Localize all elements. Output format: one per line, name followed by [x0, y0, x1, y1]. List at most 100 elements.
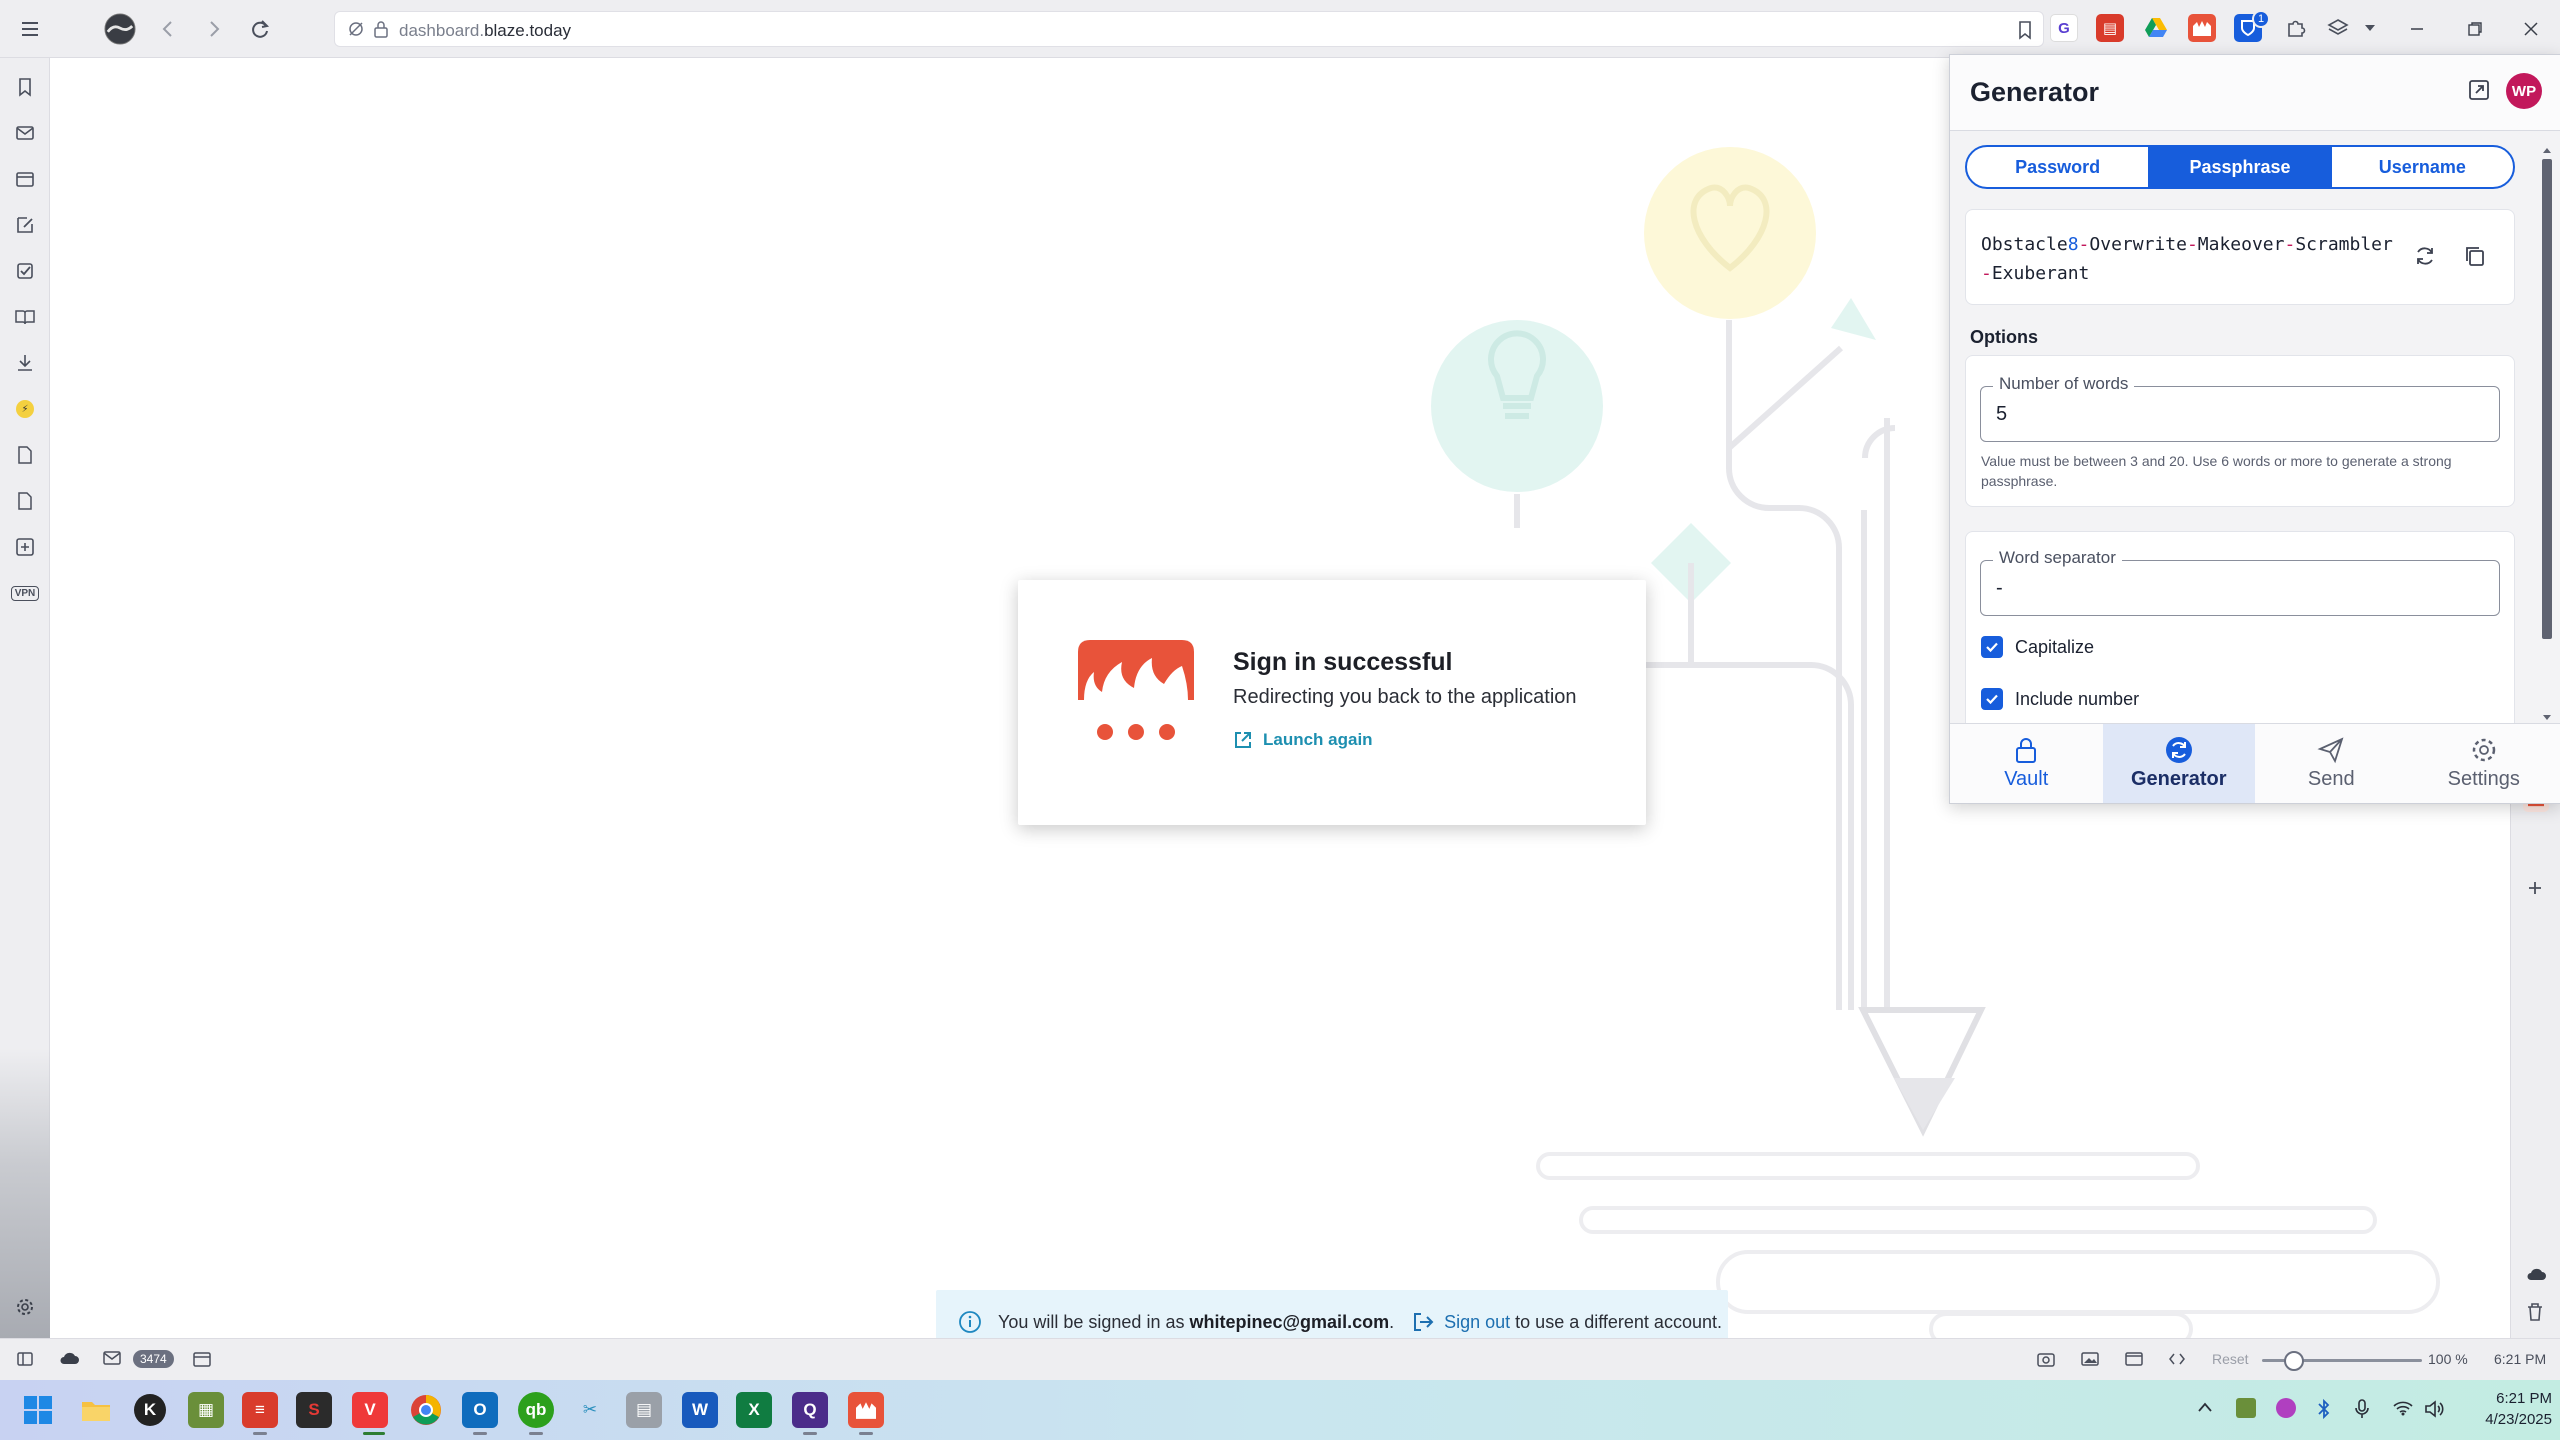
- app-s-icon[interactable]: S: [296, 1392, 332, 1428]
- extension-badge: 1: [2252, 10, 2270, 28]
- web-panel-icon[interactable]: ⚡: [12, 396, 38, 422]
- excel-icon[interactable]: X: [736, 1392, 772, 1428]
- blaze-taskbar-icon[interactable]: [848, 1392, 884, 1428]
- quickbooks-icon[interactable]: qb: [518, 1392, 554, 1428]
- nav-settings[interactable]: Settings: [2408, 724, 2560, 803]
- sign-out-icon[interactable]: [1412, 1311, 1436, 1333]
- sign-out-link[interactable]: Sign out: [1444, 1312, 1510, 1333]
- popout-icon[interactable]: [2468, 79, 2490, 101]
- options-heading: Options: [1970, 327, 2038, 347]
- wifi-icon[interactable]: [2392, 1400, 2414, 1416]
- outlook-icon[interactable]: O: [462, 1392, 498, 1428]
- grammar-extension-icon[interactable]: G: [2050, 14, 2078, 42]
- panel-toggle-icon[interactable]: [16, 1350, 34, 1368]
- notice-period: .: [1389, 1311, 1395, 1332]
- snipping-tool-icon[interactable]: ✂: [572, 1392, 608, 1428]
- app-k-icon[interactable]: K: [134, 1394, 166, 1426]
- microphone-icon[interactable]: [2354, 1398, 2370, 1420]
- capture-icon[interactable]: [2036, 1350, 2056, 1368]
- generator-header: Generator WP: [1950, 55, 2560, 131]
- regenerate-icon[interactable]: [2413, 244, 2437, 268]
- reading-list-icon[interactable]: [12, 304, 38, 330]
- calendar-status-icon[interactable]: [192, 1350, 212, 1368]
- text-extension-icon[interactable]: ▤: [2096, 14, 2124, 42]
- taskbar-clock[interactable]: 6:21 PM 4/23/2025: [2460, 1388, 2552, 1430]
- tasks-icon[interactable]: [12, 258, 38, 284]
- mail-icon[interactable]: [12, 120, 38, 146]
- image-toggle-icon[interactable]: [2080, 1350, 2100, 1368]
- printer-app-icon[interactable]: ▤: [626, 1392, 662, 1428]
- chevron-up-icon[interactable]: [2196, 1400, 2214, 1414]
- tiling-icon[interactable]: [2124, 1350, 2144, 1368]
- file-explorer-icon[interactable]: [78, 1392, 114, 1428]
- close-icon[interactable]: [2516, 14, 2546, 44]
- address-bar[interactable]: dashboard.blaze.today: [334, 11, 2044, 47]
- photos-app-icon[interactable]: ▦: [188, 1392, 224, 1428]
- bluetooth-icon[interactable]: [2316, 1398, 2332, 1420]
- notice-prefix: You will be signed in as: [998, 1311, 1185, 1332]
- todoist-icon[interactable]: ≡: [242, 1392, 278, 1428]
- include-number-checkbox[interactable]: Include number: [1981, 688, 2139, 710]
- copy-icon[interactable]: [2463, 244, 2487, 268]
- tab-username[interactable]: Username: [2332, 147, 2513, 187]
- word-icon[interactable]: W: [682, 1392, 718, 1428]
- trash-icon[interactable]: [2526, 1302, 2544, 1322]
- add-icon[interactable]: [2525, 878, 2545, 898]
- bookmark-icon[interactable]: [2017, 20, 2033, 40]
- chrome-icon[interactable]: [408, 1392, 444, 1428]
- nav-send[interactable]: Send: [2255, 724, 2408, 803]
- word-separator-input[interactable]: Word separator -: [1980, 548, 2500, 616]
- calendar-icon[interactable]: [12, 166, 38, 192]
- launch-again-link[interactable]: Launch again: [1233, 730, 1373, 750]
- chevron-down-icon[interactable]: [2356, 14, 2384, 42]
- reload-icon[interactable]: [244, 13, 276, 45]
- vivaldi-icon[interactable]: V: [352, 1392, 388, 1428]
- restore-icon[interactable]: [2460, 14, 2490, 44]
- generator-title: Generator: [1970, 77, 2100, 107]
- tray-app-icon[interactable]: [2276, 1398, 2296, 1418]
- layers-icon[interactable]: [2324, 14, 2352, 42]
- tab-passphrase[interactable]: Passphrase: [2149, 147, 2332, 187]
- add-panel-icon[interactable]: [12, 534, 38, 560]
- page-actions-icon[interactable]: [2168, 1350, 2186, 1368]
- forward-icon[interactable]: [198, 13, 230, 45]
- document-icon[interactable]: [12, 488, 38, 514]
- puzzle-icon[interactable]: [2282, 14, 2310, 42]
- nav-vault[interactable]: Vault: [1950, 724, 2103, 803]
- downloads-icon[interactable]: [12, 350, 38, 376]
- bookmarks-icon[interactable]: [12, 74, 38, 100]
- vpn-icon[interactable]: VPN: [8, 580, 42, 606]
- drive-extension-icon[interactable]: [2142, 14, 2170, 42]
- number-of-words-input[interactable]: Number of words 5: [1980, 374, 2500, 442]
- profile-avatar-icon[interactable]: [104, 13, 136, 45]
- account-avatar[interactable]: WP: [2506, 73, 2542, 109]
- blaze-extension-icon[interactable]: [2188, 14, 2216, 42]
- sync-cloud-icon[interactable]: [58, 1350, 80, 1366]
- scrollbar-thumb[interactable]: [2542, 159, 2552, 639]
- menu-icon[interactable]: [14, 13, 46, 45]
- nav-generator[interactable]: Generator: [2102, 724, 2255, 803]
- tray-app-icon[interactable]: [2236, 1398, 2256, 1418]
- launch-again-label: Launch again: [1263, 730, 1373, 749]
- send-icon: [2317, 737, 2344, 764]
- mail-status-icon[interactable]: [102, 1350, 122, 1366]
- settings-gear-icon[interactable]: [12, 1294, 38, 1320]
- notes-icon[interactable]: [12, 212, 38, 238]
- site-settings-icon[interactable]: [347, 20, 365, 38]
- zoom-slider-knob[interactable]: [2284, 1351, 2304, 1371]
- tab-password[interactable]: Password: [1967, 147, 2150, 187]
- capitalize-checkbox[interactable]: Capitalize: [1981, 636, 2094, 658]
- windows-start-icon[interactable]: [20, 1392, 56, 1428]
- zoom-reset-button[interactable]: Reset: [2212, 1351, 2249, 1367]
- status-clock: 6:21 PM: [2494, 1351, 2547, 1367]
- back-icon[interactable]: [152, 13, 184, 45]
- password-generator-popup: Generator WP Password Passphrase Usernam…: [1949, 54, 2560, 804]
- popup-scrollbar[interactable]: [2540, 145, 2554, 720]
- volume-icon[interactable]: [2424, 1400, 2446, 1418]
- document-icon[interactable]: [12, 442, 38, 468]
- cloud-icon[interactable]: [2525, 1266, 2547, 1282]
- app-q-icon[interactable]: Q: [792, 1392, 828, 1428]
- word-separator-label: Word separator: [1993, 548, 2122, 568]
- lock-icon: [373, 20, 389, 38]
- minimize-icon[interactable]: [2402, 14, 2432, 44]
